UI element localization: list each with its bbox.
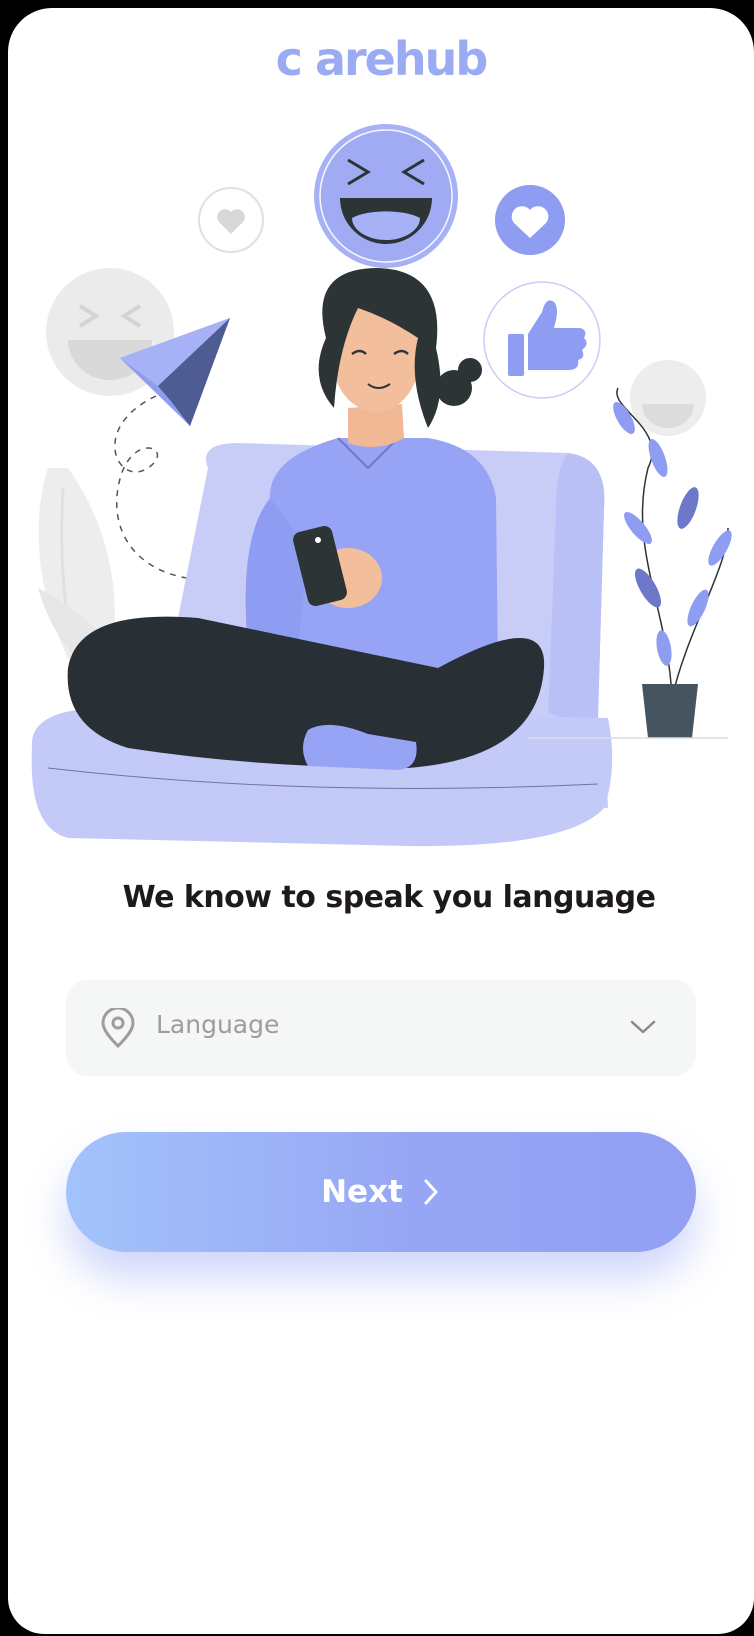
chevron-down-icon bbox=[630, 1020, 656, 1034]
phone-screen: c arehub We know to speak you language L… bbox=[8, 8, 754, 1634]
onboarding-headline: We know to speak you language bbox=[122, 880, 656, 915]
onboarding-illustration bbox=[31, 124, 732, 847]
chevron-right-icon bbox=[424, 1179, 438, 1205]
laughing-emoji-icon bbox=[314, 124, 458, 268]
thumbs-up-bubble-icon bbox=[483, 281, 601, 399]
heart-bubble-left-icon bbox=[198, 187, 264, 253]
next-button[interactable]: Next bbox=[66, 1132, 696, 1252]
language-placeholder: Language bbox=[156, 1010, 280, 1039]
location-pin-icon bbox=[101, 1008, 135, 1048]
language-select[interactable]: Language bbox=[66, 980, 696, 1076]
grey-emoji-right-icon bbox=[630, 360, 706, 436]
heart-bubble-right-icon bbox=[495, 185, 565, 255]
app-logo: c arehub bbox=[275, 32, 489, 86]
next-button-label: Next bbox=[321, 1174, 403, 1210]
